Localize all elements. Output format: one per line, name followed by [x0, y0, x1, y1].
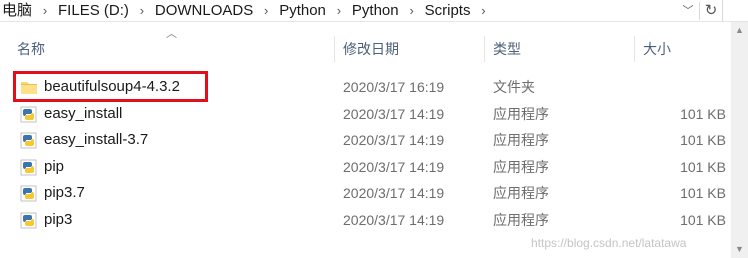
- file-row[interactable]: pip3.7 2020/3/17 14:19 应用程序 101 KB: [0, 180, 748, 207]
- scroll-down-icon[interactable]: ▼: [731, 241, 748, 258]
- breadcrumb-downloads[interactable]: DOWNLOADS: [153, 0, 255, 22]
- address-bar[interactable]: 电脑 › FILES (D:) › DOWNLOADS › Python › P…: [0, 0, 748, 22]
- file-row[interactable]: easy_install-3.7 2020/3/17 14:19 应用程序 10…: [0, 127, 748, 154]
- column-header-type[interactable]: 类型: [493, 36, 521, 62]
- python-exe-icon: [20, 159, 37, 176]
- python-exe-icon: [20, 212, 37, 229]
- file-size: 101 KB: [680, 105, 726, 122]
- file-size: 101 KB: [680, 158, 726, 175]
- refresh-icon[interactable]: ↻: [700, 0, 722, 22]
- file-size: 101 KB: [680, 185, 726, 202]
- file-size: 101 KB: [680, 211, 726, 228]
- file-date: 2020/3/17 14:19: [343, 105, 445, 122]
- file-row[interactable]: pip 2020/3/17 14:19 应用程序 101 KB: [0, 154, 748, 181]
- breadcrumb-computer[interactable]: 电脑: [0, 0, 34, 22]
- file-date: 2020/3/17 16:19: [343, 79, 445, 95]
- watermark: https://blog.csdn.net/latatawa: [531, 236, 687, 250]
- column-header-name[interactable]: 名称: [17, 36, 45, 62]
- column-divider[interactable]: [484, 36, 485, 62]
- chevron-right-icon[interactable]: ›: [131, 0, 153, 22]
- file-name: pip: [44, 157, 65, 175]
- file-row[interactable]: easy_install 2020/3/17 14:19 应用程序 101 KB: [0, 101, 748, 128]
- breadcrumb-scripts[interactable]: Scripts: [423, 0, 473, 22]
- column-divider[interactable]: [334, 36, 335, 62]
- python-exe-icon: [20, 185, 37, 202]
- file-date: 2020/3/17 14:19: [343, 158, 445, 175]
- chevron-right-icon[interactable]: ›: [328, 0, 350, 22]
- file-name: pip3.7: [44, 184, 85, 202]
- column-header-size[interactable]: 大小: [643, 36, 671, 62]
- file-date: 2020/3/17 14:19: [343, 185, 445, 202]
- breadcrumb: 电脑 › FILES (D:) › DOWNLOADS › Python › P…: [0, 0, 494, 22]
- file-explorer-window: 电脑 › FILES (D:) › DOWNLOADS › Python › P…: [0, 0, 748, 258]
- file-type: 应用程序: [493, 211, 549, 228]
- file-type: 文件夹: [493, 79, 535, 95]
- chevron-down-icon[interactable]: ﹀: [678, 0, 698, 22]
- chevron-right-icon[interactable]: ›: [34, 0, 56, 22]
- file-type: 应用程序: [493, 105, 549, 122]
- scroll-track[interactable]: [733, 40, 746, 240]
- breadcrumb-python-sub[interactable]: Python: [350, 0, 401, 22]
- file-date: 2020/3/17 14:19: [343, 132, 445, 149]
- file-date: 2020/3/17 14:19: [343, 211, 445, 228]
- python-exe-icon: [20, 132, 37, 149]
- file-type: 应用程序: [493, 185, 549, 202]
- search-box-edge[interactable]: [722, 0, 748, 22]
- file-name: pip3: [44, 210, 73, 228]
- file-row[interactable]: pip3 2020/3/17 14:19 应用程序 101 KB: [0, 207, 748, 234]
- column-header-date[interactable]: 修改日期: [343, 36, 399, 62]
- chevron-right-icon[interactable]: ›: [401, 0, 423, 22]
- file-name: easy_install-3.7: [44, 131, 149, 149]
- file-type: 应用程序: [493, 158, 549, 175]
- file-size: 101 KB: [680, 132, 726, 149]
- python-exe-icon: [20, 106, 37, 122]
- column-header-row: 名称 修改日期 类型 大小: [0, 36, 748, 62]
- file-type: 应用程序: [493, 132, 549, 149]
- scroll-up-icon[interactable]: ▲: [731, 22, 748, 39]
- breadcrumb-python[interactable]: Python: [277, 0, 328, 22]
- vertical-scrollbar[interactable]: ▲ ▼: [731, 22, 748, 258]
- column-divider[interactable]: [634, 36, 635, 62]
- highlight-box: [13, 71, 208, 102]
- file-name: easy_install: [44, 104, 123, 122]
- breadcrumb-drive[interactable]: FILES (D:): [56, 0, 131, 22]
- chevron-right-icon[interactable]: ›: [255, 0, 277, 22]
- chevron-right-icon[interactable]: ›: [472, 0, 494, 22]
